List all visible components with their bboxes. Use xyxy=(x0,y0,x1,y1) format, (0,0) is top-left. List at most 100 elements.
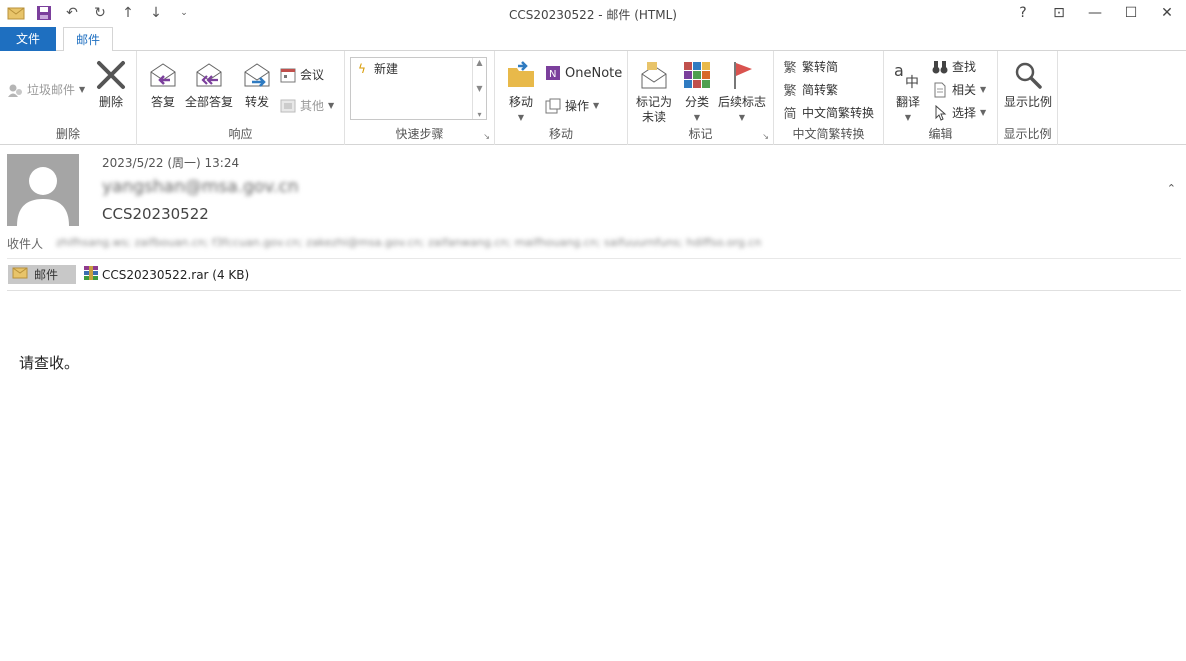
window-controls: ? ⊡ — ☐ ✕ xyxy=(1012,3,1178,23)
s2t-icon: 繁 xyxy=(783,84,797,99)
junk-button[interactable]: 垃圾邮件 ▼ xyxy=(7,81,85,98)
more-respond-button[interactable]: 其他 ▼ xyxy=(280,97,334,114)
onenote-button[interactable]: N OneNote xyxy=(545,65,622,81)
delete-button[interactable]: 删除 xyxy=(94,59,128,110)
translate-label: 翻译 xyxy=(895,95,920,109)
message-datetime: 2023/5/22 (周一) 13:24 xyxy=(102,156,240,170)
help-icon[interactable]: ? xyxy=(1012,3,1034,23)
ribbon: 垃圾邮件 ▼ 删除 删除 答复 全部答复 转发 会议 其他 ▼ 响应 ϟ 新建 … xyxy=(0,51,1186,195)
meeting-icon xyxy=(280,67,296,83)
more-icon xyxy=(280,98,296,114)
reply-button[interactable]: 答复 xyxy=(146,59,180,110)
reply-icon xyxy=(147,59,179,91)
follow-up-button[interactable]: 后续标志 ▼ xyxy=(716,59,768,125)
convert-label: 中文简繁转换 xyxy=(802,106,875,120)
group-label-delete: 删除 xyxy=(55,127,80,141)
move-button[interactable]: 移动 ▼ xyxy=(504,59,538,125)
chevron-down-icon: ▼ xyxy=(593,101,600,110)
actions-button[interactable]: 操作 ▼ xyxy=(545,97,599,114)
chevron-down-icon: ▼ xyxy=(980,85,987,94)
actions-icon xyxy=(545,98,561,114)
header-divider xyxy=(7,258,1181,259)
translate-button[interactable]: a中 翻译 ▼ xyxy=(890,59,926,125)
find-button[interactable]: 查找 xyxy=(932,58,976,75)
follow-up-label: 后续标志 xyxy=(717,95,766,109)
categorize-button[interactable]: 分类 ▼ xyxy=(680,59,714,125)
cursor-icon xyxy=(932,104,948,121)
tab-mail[interactable]: 邮件 xyxy=(63,27,113,52)
document-icon xyxy=(932,82,948,98)
attachment-label: CCS20230522.rar (4 KB) xyxy=(102,267,250,282)
delete-x-icon xyxy=(95,59,127,91)
move-label: 移动 xyxy=(508,95,533,109)
scroll-up-icon[interactable]: ▲ xyxy=(476,58,482,67)
reply-all-icon xyxy=(193,59,225,91)
related-button[interactable]: 相关 ▼ xyxy=(932,81,986,98)
group-label-respond: 响应 xyxy=(228,127,253,141)
forward-button[interactable]: 转发 xyxy=(240,59,274,110)
minimize-icon[interactable]: — xyxy=(1084,3,1106,23)
more-label: 其他 xyxy=(300,99,325,113)
forward-icon xyxy=(241,59,273,91)
to-label: 收件人 xyxy=(7,237,44,251)
lightning-icon: ϟ xyxy=(358,61,366,76)
mark-unread-button[interactable]: 标记为 未读 xyxy=(633,59,675,125)
message-chip[interactable]: 邮件 xyxy=(8,265,76,284)
rar-archive-icon xyxy=(83,265,99,284)
group-label-editing: 编辑 xyxy=(928,127,953,141)
mark-unread-label-2: 未读 xyxy=(641,110,666,124)
categorize-label: 分类 xyxy=(684,95,709,109)
chinese-convert-button[interactable]: 简 中文简繁转换 xyxy=(782,104,875,122)
junk-label: 垃圾邮件 xyxy=(27,83,76,97)
gallery-expand-icon[interactable]: ▾ xyxy=(477,110,481,119)
reply-all-label: 全部答复 xyxy=(184,95,233,109)
meeting-button[interactable]: 会议 xyxy=(280,66,324,83)
translate-icon: a中 xyxy=(892,59,924,91)
quick-step-new[interactable]: ϟ 新建 xyxy=(354,60,398,77)
sender-address[interactable]: yangshan@msa.gov.cn xyxy=(102,177,299,197)
chevron-down-icon: ▼ xyxy=(904,113,912,122)
avatar[interactable] xyxy=(7,154,79,226)
message-subject: CCS20230522 xyxy=(102,205,209,223)
dialog-launcher-icon[interactable]: ↘ xyxy=(762,132,769,141)
group-tags: 标记为 未读 分类 ▼ 后续标志 ▼ 标记 ↘ xyxy=(628,51,774,145)
maximize-icon[interactable]: ☐ xyxy=(1120,3,1142,23)
scroll-down-icon[interactable]: ▼ xyxy=(476,84,482,93)
svg-text:N: N xyxy=(549,69,556,80)
categorize-icon xyxy=(681,59,713,91)
chevron-down-icon: ▼ xyxy=(693,113,701,122)
simplified-to-traditional-button[interactable]: 繁 简转繁 xyxy=(782,81,839,99)
flag-icon xyxy=(726,59,758,91)
group-move: 移动 ▼ N OneNote 操作 ▼ 移动 xyxy=(495,51,628,145)
attachment-item[interactable]: CCS20230522.rar (4 KB) xyxy=(83,265,249,284)
reply-all-button[interactable]: 全部答复 xyxy=(184,59,234,110)
gallery-scrollbar[interactable]: ▲ ▼ ▾ xyxy=(472,58,486,119)
chevron-down-icon: ▼ xyxy=(79,85,86,94)
zoom-label: 显示比例 xyxy=(1003,95,1052,109)
quick-steps-gallery[interactable]: ϟ 新建 ▲ ▼ ▾ xyxy=(350,57,487,120)
group-label-tags: 标记 xyxy=(688,127,713,141)
close-icon[interactable]: ✕ xyxy=(1156,3,1178,23)
dialog-launcher-icon[interactable]: ↘ xyxy=(483,132,490,141)
t2s-label: 繁转简 xyxy=(802,60,839,74)
select-button[interactable]: 选择 ▼ xyxy=(932,104,986,121)
forward-label: 转发 xyxy=(244,95,269,109)
tab-file[interactable]: 文件 xyxy=(0,27,56,51)
mark-unread-icon xyxy=(638,59,670,91)
chevron-down-icon: ▼ xyxy=(517,113,525,122)
select-label: 选择 xyxy=(952,106,977,120)
actions-label: 操作 xyxy=(565,99,590,113)
group-quick-steps: ϟ 新建 ▲ ▼ ▾ 快速步骤 ↘ xyxy=(345,51,495,145)
quick-step-new-label: 新建 xyxy=(374,62,399,76)
title-bar: ↶ ↻ ↑ ↓ ⌄ CCS20230522 - 邮件 (HTML) ? ⊡ — … xyxy=(0,0,1186,27)
delete-label: 删除 xyxy=(98,95,123,109)
chevron-down-icon: ▼ xyxy=(738,113,746,122)
ribbon-display-icon[interactable]: ⊡ xyxy=(1048,3,1070,23)
magnifier-icon xyxy=(1012,59,1044,91)
recipients-list[interactable]: zhifhsang.ws; zaifbouan.cn; f3fccuan.gov… xyxy=(56,236,816,249)
s2t-label: 简转繁 xyxy=(802,83,839,97)
meeting-label: 会议 xyxy=(300,68,325,82)
traditional-to-simplified-button[interactable]: 繁 繁转简 xyxy=(782,58,839,76)
zoom-button[interactable]: 显示比例 xyxy=(1001,59,1055,110)
onenote-icon: N xyxy=(545,65,561,81)
